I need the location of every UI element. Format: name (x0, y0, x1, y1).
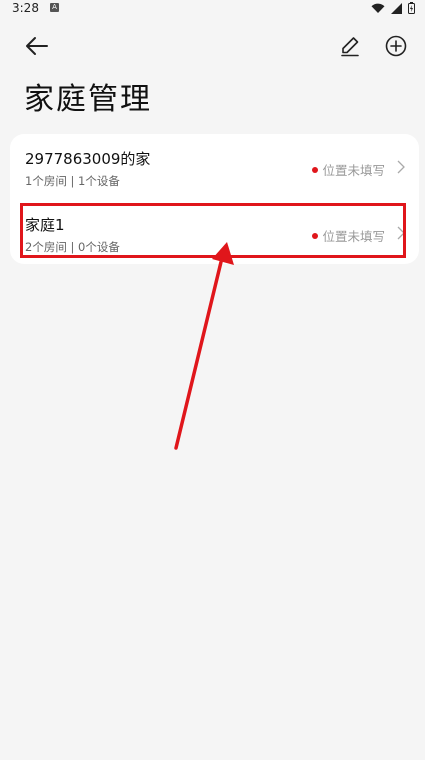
home-row[interactable]: 2977863009的家 1个房间 | 1个设备 位置未填写 (10, 134, 419, 200)
status-bar: 3:28 A (0, 0, 425, 18)
location-status: 位置未填写 (312, 160, 385, 179)
back-arrow-icon (26, 37, 48, 55)
toolbar (0, 28, 425, 64)
home-name: 2977863009的家 (25, 150, 151, 168)
home-row[interactable]: 家庭1 2个房间 | 0个设备 位置未填写 (10, 200, 419, 264)
home-meta: 1个房间 | 1个设备 (25, 174, 120, 188)
notification-icon: A (50, 3, 59, 12)
location-status-text: 位置未填写 (322, 163, 385, 178)
battery-icon (408, 2, 415, 14)
status-dot (312, 166, 319, 173)
location-status-text: 位置未填写 (322, 229, 385, 244)
home-name: 家庭1 (25, 216, 65, 234)
chevron-right-icon (397, 226, 405, 240)
home-list: 2977863009的家 1个房间 | 1个设备 位置未填写 家庭1 2个房间 … (10, 134, 419, 264)
chevron-right-icon (397, 160, 405, 174)
edit-pencil-icon (341, 37, 359, 57)
back-button[interactable] (22, 31, 52, 61)
location-status: 位置未填写 (312, 226, 385, 245)
status-icons (371, 2, 415, 14)
home-meta: 2个房间 | 0个设备 (25, 240, 120, 254)
page-title: 家庭管理 (24, 82, 152, 117)
signal-icon (391, 2, 402, 14)
status-dot (312, 232, 319, 239)
wifi-icon (371, 3, 385, 13)
status-time: 3:28 (12, 1, 39, 15)
add-home-button[interactable] (381, 31, 411, 61)
add-circle-icon (385, 35, 407, 57)
edit-button[interactable] (335, 31, 365, 61)
